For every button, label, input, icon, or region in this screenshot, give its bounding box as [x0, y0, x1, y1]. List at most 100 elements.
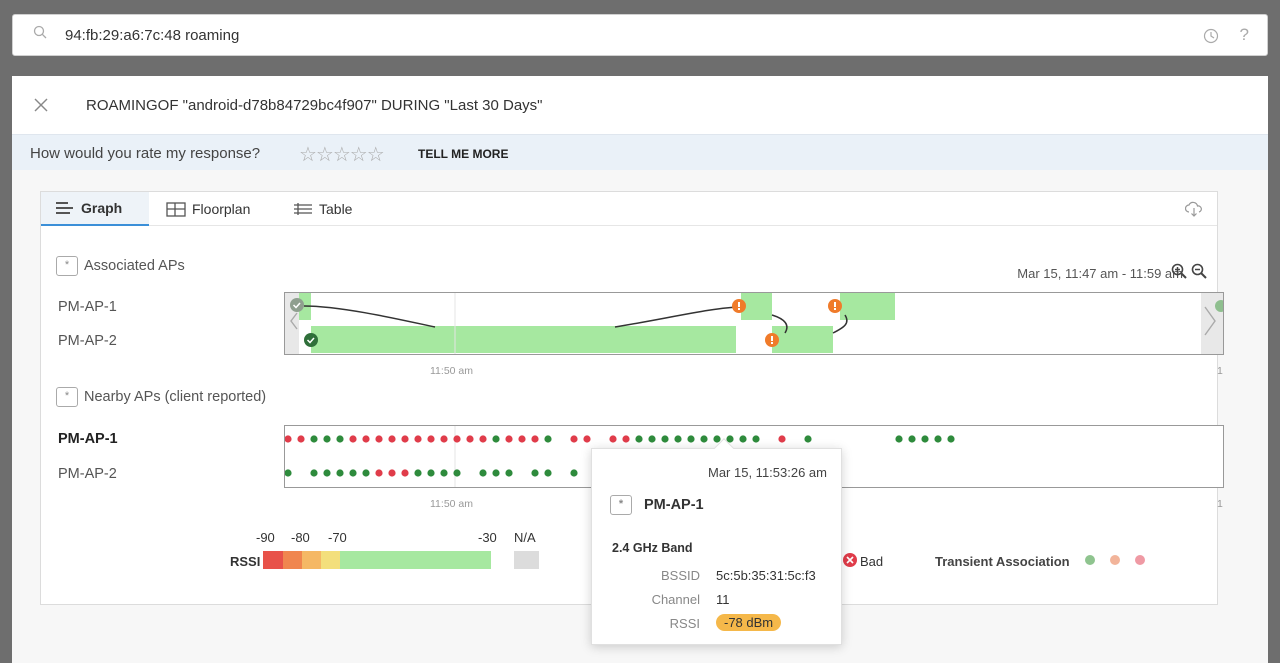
ap2-rssi-dot[interactable] [492, 469, 500, 477]
ap1-rssi-dot[interactable] [531, 435, 539, 443]
ap1-rssi-dot[interactable] [661, 435, 669, 443]
star-rating[interactable]: ☆☆☆☆☆ [299, 142, 385, 167]
ap1-rssi-dot[interactable] [947, 435, 955, 443]
transient-dot [1085, 555, 1095, 565]
ap1-rssi-dot[interactable] [518, 435, 526, 443]
ap1-rssi-dot[interactable] [492, 435, 500, 443]
cloud-download-icon[interactable] [1185, 201, 1203, 217]
search-input[interactable]: 94:fb:29:a6:7c:48 roaming [65, 27, 239, 44]
ap1-rssi-dot[interactable] [336, 435, 344, 443]
ap2-rssi-dot[interactable] [505, 469, 513, 477]
tab-floorplan-label: Floorplan [192, 201, 251, 217]
ap1-rssi-dot[interactable] [921, 435, 929, 443]
bad-label: Bad [860, 554, 884, 569]
associated-timeline[interactable] [284, 292, 1224, 355]
ap1-rssi-dot[interactable] [388, 435, 396, 443]
ap1-rssi-dot[interactable] [427, 435, 435, 443]
warning-icon [765, 333, 779, 347]
rssi-tick: -30 [478, 530, 497, 545]
ap1-rssi-dot[interactable] [700, 435, 708, 443]
success-icon [304, 333, 318, 347]
ap1-rssi-dot[interactable] [570, 435, 578, 443]
ap1-rssi-dot[interactable] [778, 435, 786, 443]
ap1-rssi-dot[interactable] [544, 435, 552, 443]
search-icon [33, 25, 47, 39]
channel-value: 11 [716, 592, 730, 607]
ap2-assoc-bar [772, 326, 833, 353]
nearby-aps-header[interactable]: * Nearby APs (client reported) [56, 387, 266, 407]
ap2-rssi-dot[interactable] [323, 469, 331, 477]
ap1-rssi-dot[interactable] [934, 435, 942, 443]
ap1-rssi-dot[interactable] [908, 435, 916, 443]
ap2-rssi-dot[interactable] [388, 469, 396, 477]
roam-line [303, 305, 436, 328]
close-icon[interactable] [33, 97, 49, 113]
ap1-rssi-dot[interactable] [609, 435, 617, 443]
ap1-assoc-bar [840, 293, 895, 320]
tab-table[interactable]: Table [293, 192, 352, 226]
zoom-in-icon[interactable] [1171, 263, 1187, 279]
tell-me-more-link[interactable]: TELL ME MORE [418, 147, 508, 161]
ap2-rssi-dot[interactable] [479, 469, 487, 477]
ap1-rssi-dot[interactable] [622, 435, 630, 443]
ap2-rssi-dot[interactable] [310, 469, 318, 477]
bssid-value: 5c:5b:35:31:5c:f3 [716, 568, 816, 583]
ap1-rssi-dot[interactable] [310, 435, 318, 443]
ap1-rssi-dot[interactable] [362, 435, 370, 443]
ap1-rssi-dot[interactable] [674, 435, 682, 443]
tab-table-label: Table [319, 201, 353, 217]
ap2-rssi-dot[interactable] [570, 469, 578, 477]
ap1-rssi-dot[interactable] [453, 435, 461, 443]
ap2-rssi-dot[interactable] [336, 469, 344, 477]
rssi-band [340, 551, 491, 569]
ap2-rssi-dot[interactable] [401, 469, 409, 477]
result-header: ROAMINGOF "android-d78b84729bc4f907" DUR… [12, 76, 1268, 134]
ap2-rssi-dot[interactable] [427, 469, 435, 477]
ap1-rssi-dot[interactable] [285, 435, 292, 443]
tab-floorplan[interactable]: Floorplan [166, 192, 250, 226]
ap2-rssi-dot[interactable] [453, 469, 461, 477]
roam-line [614, 306, 742, 328]
ap-icon: * [610, 495, 632, 515]
zoom-out-icon[interactable] [1191, 263, 1207, 279]
ap1-rssi-dot[interactable] [479, 435, 487, 443]
transient-dot [1110, 555, 1120, 565]
ap1-rssi-dot[interactable] [349, 435, 357, 443]
ap1-rssi-dot[interactable] [401, 435, 409, 443]
ap2-rssi-dot[interactable] [414, 469, 422, 477]
rssi-na [514, 551, 539, 569]
ap1-rssi-dot[interactable] [804, 435, 812, 443]
help-icon[interactable]: ? [1240, 25, 1249, 45]
ap1-rssi-dot[interactable] [635, 435, 643, 443]
nearby-ap1-label: PM-AP-1 [58, 431, 118, 447]
ap2-rssi-dot[interactable] [375, 469, 383, 477]
history-icon[interactable] [1203, 28, 1219, 44]
ap1-rssi-dot[interactable] [505, 435, 513, 443]
ap1-rssi-dot[interactable] [648, 435, 656, 443]
rssi-value: -78 dBm [716, 614, 782, 631]
ap2-rssi-dot[interactable] [440, 469, 448, 477]
ap1-rssi-dot[interactable] [297, 435, 305, 443]
assoc-axis-end: 1 [1217, 365, 1223, 377]
ap1-rssi-dot[interactable] [440, 435, 448, 443]
ap1-rssi-dot[interactable] [687, 435, 695, 443]
ap2-rssi-dot[interactable] [531, 469, 539, 477]
ap1-rssi-dot[interactable] [323, 435, 331, 443]
associated-aps-header[interactable]: * Associated APs [56, 256, 185, 276]
search-bar[interactable]: 94:fb:29:a6:7c:48 roaming ? [12, 14, 1268, 56]
ap1-rssi-dot[interactable] [414, 435, 422, 443]
ap2-rssi-dot[interactable] [362, 469, 370, 477]
ap2-rssi-dot[interactable] [544, 469, 552, 477]
rssi-label: RSSI [230, 554, 261, 569]
ap2-rssi-dot[interactable] [285, 469, 292, 477]
ap1-rssi-dot[interactable] [739, 435, 747, 443]
rssi-scale [263, 551, 539, 569]
ap2-rssi-dot[interactable] [349, 469, 357, 477]
rssi-band [263, 551, 283, 569]
tab-graph[interactable]: Graph [41, 192, 149, 226]
ap1-rssi-dot[interactable] [375, 435, 383, 443]
ap1-rssi-dot[interactable] [583, 435, 591, 443]
ap1-rssi-dot[interactable] [752, 435, 760, 443]
ap1-rssi-dot[interactable] [895, 435, 903, 443]
ap1-rssi-dot[interactable] [466, 435, 474, 443]
